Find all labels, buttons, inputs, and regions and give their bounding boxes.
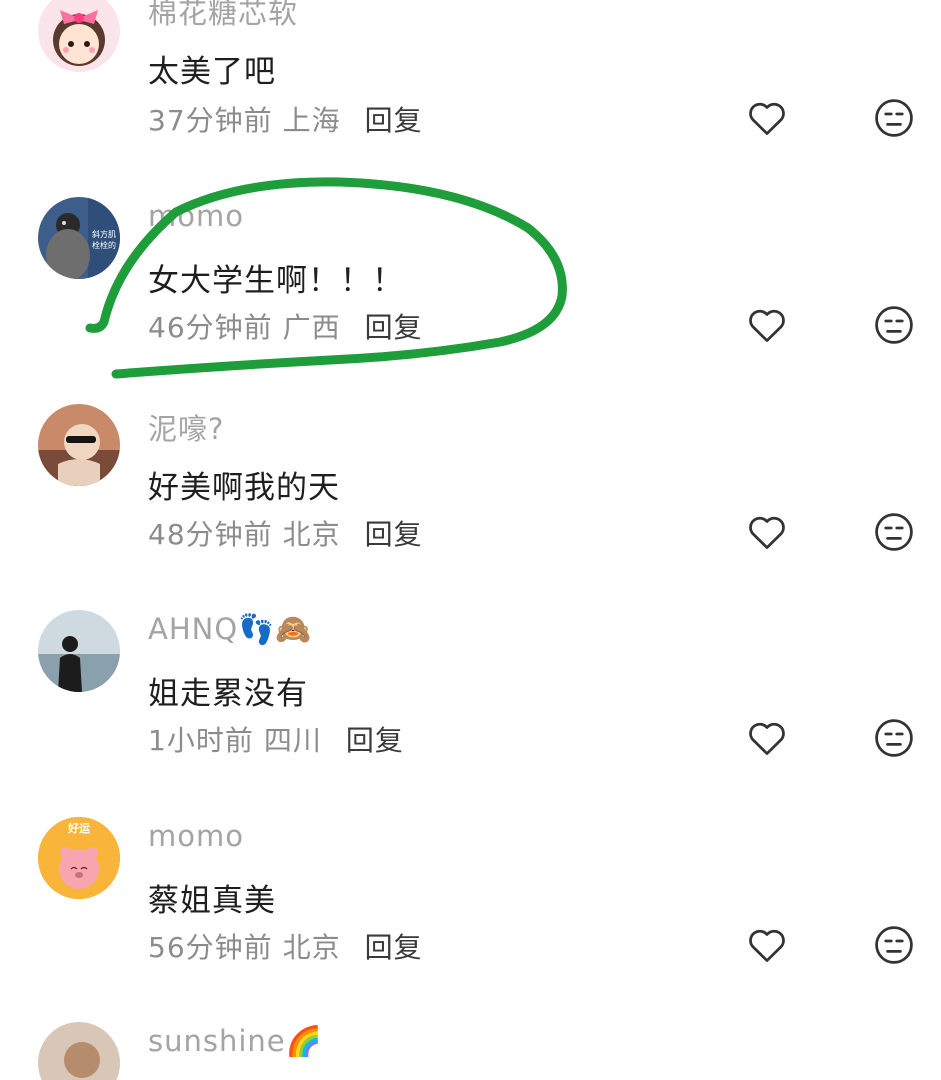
comment-username[interactable]: 棉花糖芯软 (148, 0, 298, 32)
comment-text: 蔡姐真美 (148, 883, 276, 919)
comment-item: 泥嚎? 好美啊我的天 48分钟前 北京 回复 (0, 404, 941, 604)
avatar-image (38, 0, 120, 72)
avatar[interactable]: 好运 (38, 817, 120, 899)
comment-item: 棉花糖芯软 太美了吧 37分钟前 上海 回复 (0, 0, 941, 190)
avatar-image (38, 1022, 120, 1080)
svg-text:斜方肌: 斜方肌 (92, 229, 116, 239)
comment-username[interactable]: momo (148, 819, 244, 853)
reply-button[interactable]: 回复 (365, 931, 423, 964)
avatar[interactable]: 斜方肌 栓栓的 (38, 197, 120, 279)
comment-time: 46分钟前 (148, 311, 273, 344)
heart-outline-icon[interactable] (745, 510, 789, 554)
comment-username[interactable]: AHNQ👣🙈 (148, 612, 312, 647)
comment-time: 37分钟前 (148, 104, 273, 137)
avatar-image (38, 610, 120, 692)
meh-face-icon[interactable] (872, 923, 916, 967)
avatar[interactable] (38, 0, 120, 72)
comment-meta: 1小时前 四川 回复 (148, 719, 404, 759)
comment-time: 1小时前 (148, 724, 254, 757)
avatar-image (38, 404, 120, 486)
comment-location: 广西 (282, 311, 341, 344)
avatar-image: 斜方肌 栓栓的 (38, 197, 120, 279)
comment-item: AHNQ👣🙈 姐走累没有 1小时前 四川 回复 (0, 610, 941, 810)
comment-time: 56分钟前 (148, 931, 273, 964)
meh-face-icon[interactable] (872, 96, 916, 140)
meh-face-icon[interactable] (872, 303, 916, 347)
reply-button[interactable]: 回复 (365, 518, 423, 551)
avatar-image: 好运 (38, 817, 120, 899)
comment-meta: 46分钟前 广西 回复 (148, 306, 423, 346)
avatar[interactable] (38, 404, 120, 486)
reply-button[interactable]: 回复 (365, 104, 423, 137)
avatar-badge-text: 好运 (67, 821, 90, 835)
comment-text: 姐走累没有 (148, 676, 308, 712)
heart-outline-icon[interactable] (745, 923, 789, 967)
comment-username[interactable]: sunshine🌈 (148, 1024, 323, 1059)
comment-meta: 48分钟前 北京 回复 (148, 513, 423, 553)
comment-text: 女大学生啊！！！ (148, 263, 404, 299)
comment-item: 好运 momo 蔡姐真美 56分钟前 北京 回复 (0, 817, 941, 1017)
meh-face-icon[interactable] (872, 510, 916, 554)
comment-item: 斜方肌 栓栓的 momo 女大学生啊！！！ 46分钟前 广西 回复 (0, 197, 941, 397)
reply-button[interactable]: 回复 (346, 724, 404, 757)
comment-location: 四川 (263, 724, 322, 757)
avatar[interactable] (38, 1022, 120, 1080)
comment-username[interactable]: momo (148, 199, 244, 233)
heart-outline-icon[interactable] (745, 716, 789, 760)
heart-outline-icon[interactable] (745, 96, 789, 140)
comment-location: 北京 (282, 931, 341, 964)
meh-face-icon[interactable] (872, 716, 916, 760)
comment-time: 48分钟前 (148, 518, 273, 551)
comment-item: sunshine🌈 (0, 1022, 941, 1080)
comment-text: 好美啊我的天 (148, 470, 340, 506)
comment-text: 太美了吧 (148, 54, 276, 90)
reply-button[interactable]: 回复 (365, 311, 423, 344)
comment-location: 上海 (282, 104, 341, 137)
comment-username[interactable]: 泥嚎? (148, 406, 224, 448)
heart-outline-icon[interactable] (745, 303, 789, 347)
avatar[interactable] (38, 610, 120, 692)
comment-meta: 37分钟前 上海 回复 (148, 99, 423, 139)
comment-meta: 56分钟前 北京 回复 (148, 926, 423, 966)
svg-text:栓栓的: 栓栓的 (92, 240, 116, 250)
comment-location: 北京 (282, 518, 341, 551)
